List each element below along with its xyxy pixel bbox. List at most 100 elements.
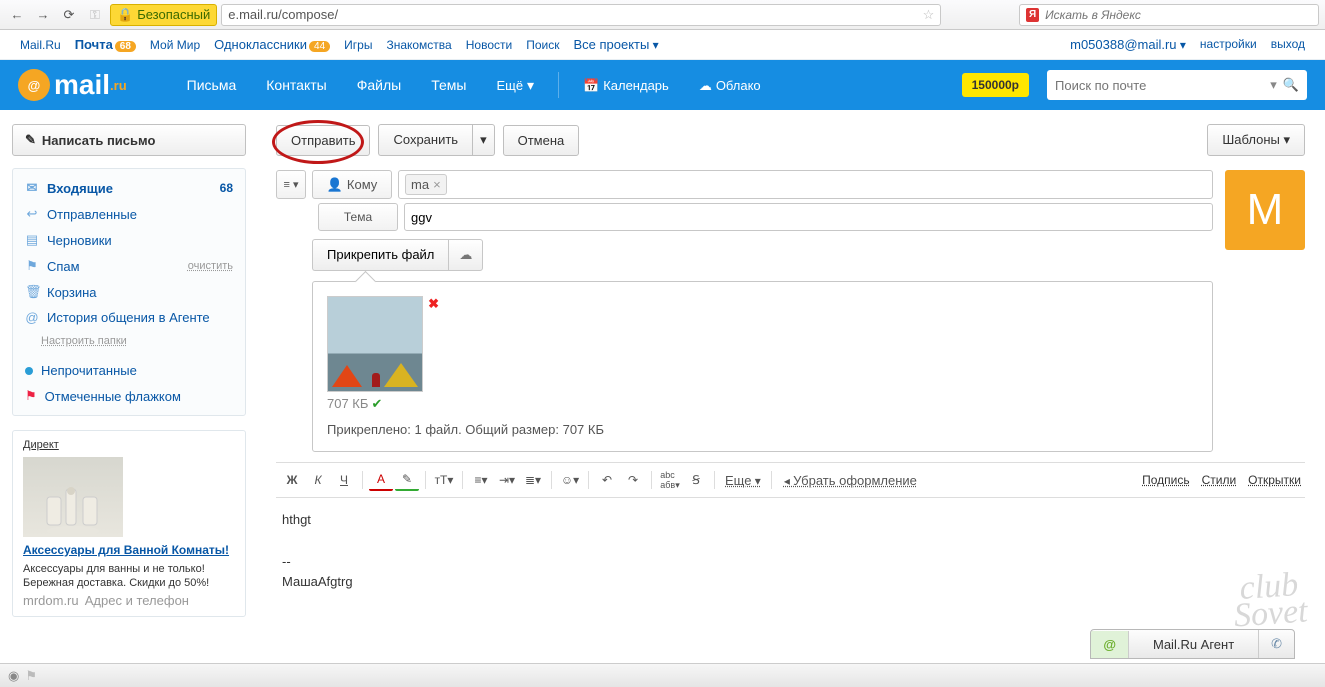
tab-letters[interactable]: Письма [177,71,247,99]
emoji-button[interactable]: ☺▾ [558,469,582,491]
search-icon[interactable]: 🔍 [1283,77,1299,93]
forward-icon[interactable]: → [32,4,54,26]
attachment-size: 707 КБ ✔ [327,396,423,412]
folder-agent-history[interactable]: @История общения в Агенте [13,305,245,330]
ad-direct-label[interactable]: Директ [23,439,235,451]
attach-cloud-button[interactable]: ☁ [448,239,483,271]
ad-image[interactable] [23,457,123,537]
filter-flagged[interactable]: ⚑Отмеченные флажком [13,383,245,409]
underline-button[interactable]: Ч [332,469,356,491]
folder-drafts[interactable]: ▤Черновики [13,227,245,253]
tab-files[interactable]: Файлы [347,71,411,99]
save-dropdown[interactable]: ▾ [472,124,495,156]
ad-title[interactable]: Аксессуары для Ванной Комнаты! [23,543,235,559]
remove-attachment-icon[interactable]: ✖ [428,296,439,312]
folder-sent[interactable]: ↩Отправленные [13,201,245,227]
link-cards[interactable]: Открытки [1248,473,1301,487]
attach-button[interactable]: Прикрепить файл [312,239,448,271]
indent-button[interactable]: ⇥▾ [495,469,519,491]
portal-all[interactable]: Все проекты ▾ [573,37,658,52]
attachment-thumb[interactable]: ✖ 707 КБ ✔ [327,296,423,412]
portal-ok[interactable]: Одноклассники44 [214,37,330,52]
send-button[interactable]: Отправить [276,125,370,156]
star-icon[interactable]: ☆ [923,7,935,23]
message-body[interactable]: hthgt -- МашаAfgtrg [276,498,1305,605]
undo-button[interactable]: ↶ [595,469,619,491]
ad-domain[interactable]: mrdom.ru Адрес и телефон [23,593,235,608]
link-signature[interactable]: Подпись [1142,473,1190,487]
mailru-logo[interactable]: @mail.ru [18,69,127,101]
address-bar[interactable]: e.mail.ru/compose/ ☆ [221,4,941,26]
badge-mail: 68 [115,41,136,52]
configure-folders[interactable]: Настроить папки [13,330,245,352]
tab-cloud[interactable]: ☁Облако [689,71,771,100]
yandex-search[interactable]: Я [1019,4,1319,26]
globe-icon: ◉ [8,668,19,684]
inbox-icon: ✉ [25,180,39,196]
folder-inbox[interactable]: ✉Входящие68 [13,175,245,201]
flag-gray-icon: ⚑ [25,668,37,684]
yandex-icon: Я [1026,8,1039,22]
portal-exit[interactable]: выход [1271,37,1305,52]
agent-label: Mail.Ru Агент [1153,637,1234,652]
ad-text: Аксессуары для ванны и не только! Бережн… [23,562,235,591]
portal-settings[interactable]: настройки [1200,37,1257,52]
drafts-icon: ▤ [25,232,39,248]
agent-bar[interactable]: @ Mail.Ru Агент ✆ [1090,629,1295,659]
key-icon[interactable]: ⚿ [84,4,106,26]
portal-news[interactable]: Новости [466,38,512,52]
align-button[interactable]: ≡▾ [469,469,493,491]
yandex-input[interactable] [1045,8,1312,22]
clear-spam[interactable]: очистить [188,260,233,272]
link-styles[interactable]: Стили [1202,473,1237,487]
tab-contacts[interactable]: Контакты [256,71,336,99]
text-color-button[interactable]: А [369,469,393,491]
save-button[interactable]: Сохранить [378,124,472,156]
back-icon[interactable]: ← [6,4,28,26]
remove-formatting[interactable]: ◂ Убрать оформление [784,473,917,488]
flag-icon: ⚑ [25,388,37,404]
to-input[interactable]: ma× [398,170,1213,199]
recipient-token[interactable]: ma× [405,174,447,195]
subject-wrap[interactable] [404,203,1213,231]
chevron-down-icon[interactable]: ▾ [1270,77,1277,93]
italic-button[interactable]: К [306,469,330,491]
portal-search[interactable]: Поиск [526,38,559,52]
font-size-button[interactable]: тТ▾ [432,469,456,491]
portal-games[interactable]: Игры [344,38,372,52]
tab-themes[interactable]: Темы [421,71,476,99]
to-field[interactable] [451,177,1206,192]
cancel-button[interactable]: Отмена [503,125,580,156]
portal-mymir[interactable]: Мой Мир [150,38,200,52]
mail-search-input[interactable] [1055,78,1264,93]
compose-button[interactable]: ✎ Написать письмо [12,124,246,156]
to-label[interactable]: 👤Кому [312,170,392,199]
fields-menu[interactable]: ≡ ▾ [276,170,306,199]
portal-mail[interactable]: Почта68 [75,37,136,52]
sidebar: ✎ Написать письмо ✉Входящие68 ↩Отправлен… [0,110,258,687]
folder-spam[interactable]: ⚑Спамочистить [13,253,245,279]
mail-search[interactable]: ▾ 🔍 [1047,70,1307,100]
highlight-button[interactable]: ✎ [395,469,419,491]
promo-banner[interactable]: 150000р [962,73,1029,97]
phone-icon[interactable]: ✆ [1271,636,1282,652]
reload-icon[interactable]: ⟳ [58,4,80,26]
subject-input[interactable] [411,210,1206,225]
calendar-icon: 📅 [583,78,599,93]
bold-button[interactable]: Ж [280,469,304,491]
ad-block: Директ Аксессуары для Ванной Комнаты! Ак… [12,430,246,617]
redo-button[interactable]: ↷ [621,469,645,491]
templates-button[interactable]: Шаблоны ▾ [1207,124,1305,156]
translit-button[interactable]: abcабв▾ [658,469,682,491]
editor-more[interactable]: Еще ▾ [721,473,765,488]
filter-unread[interactable]: Непрочитанные [13,358,245,383]
tab-calendar[interactable]: 📅Календарь [573,71,679,100]
portal-dating[interactable]: Знакомства [386,38,451,52]
list-button[interactable]: ≣▾ [521,469,545,491]
user-email[interactable]: m050388@mail.ru ▾ [1070,37,1186,52]
remove-token-icon[interactable]: × [433,177,441,192]
spellcheck-button[interactable]: Ꞩ [684,469,708,491]
folder-trash[interactable]: 🗑Корзина [13,279,245,305]
portal-mailru[interactable]: Mail.Ru [20,38,61,52]
tab-more[interactable]: Ещё ▾ [486,71,544,100]
